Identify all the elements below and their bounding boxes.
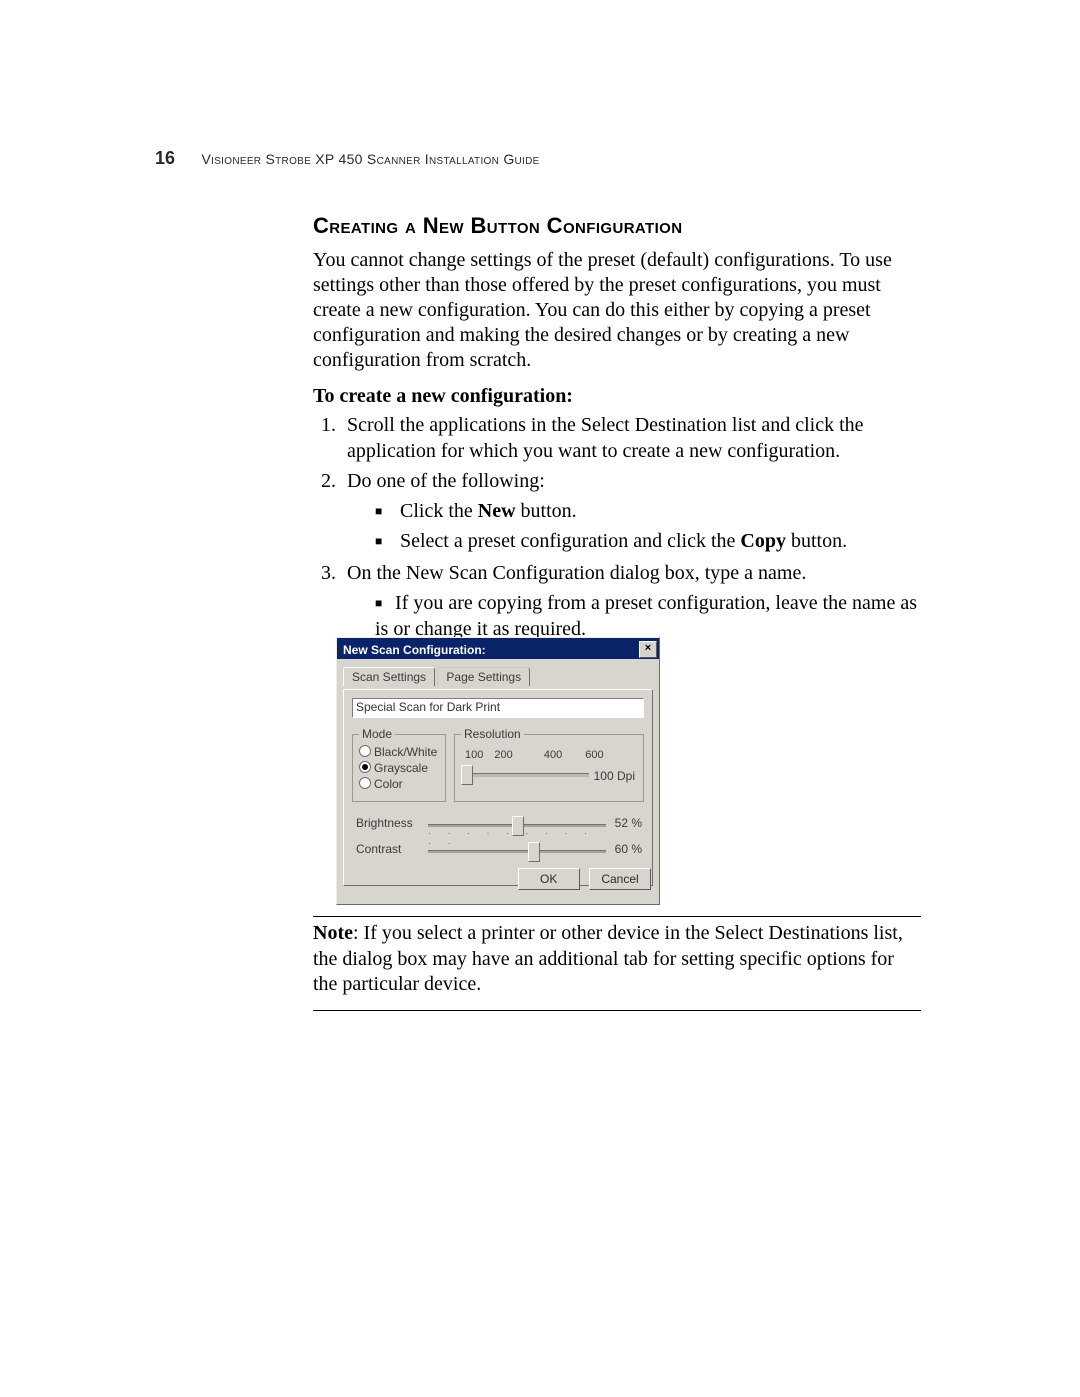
text-fragment: Click the <box>400 500 478 522</box>
note-body: : If you select a printer or other devic… <box>313 922 903 995</box>
mode-group: Black/White Grayscale Color <box>352 734 446 802</box>
contrast-label: Contrast <box>356 842 401 856</box>
radio-grayscale[interactable]: Grayscale <box>359 761 439 775</box>
tick-label: 400 <box>544 749 562 761</box>
tick-label: 200 <box>494 749 512 761</box>
dialog-tabs: Scan Settings Page Settings <box>343 667 653 689</box>
brightness-value: 52 % <box>615 816 642 830</box>
procedure-title: To create a new configuration: <box>313 385 573 408</box>
procedure-steps: Scroll the applications in the Select De… <box>313 412 921 648</box>
running-header: 16 Visioneer Strobe XP 450 Scanner Insta… <box>155 148 540 169</box>
text-fragment: Select a preset configuration and click … <box>400 530 740 552</box>
note-paragraph: Note: If you select a printer or other d… <box>313 921 921 998</box>
contrast-row: Contrast 60 % <box>356 842 642 862</box>
text-fragment: button. <box>786 530 847 552</box>
new-scan-configuration-dialog: New Scan Configuration: × Scan Settings … <box>336 637 660 905</box>
resolution-slider-thumb[interactable] <box>461 765 473 785</box>
dialog-button-bar: OK Cancel <box>512 868 651 898</box>
guide-title: Visioneer Strobe XP 450 Scanner Installa… <box>201 151 539 167</box>
dialog-titlebar: New Scan Configuration: × <box>337 638 659 659</box>
contrast-value: 60 % <box>615 842 642 856</box>
configuration-name-field[interactable]: Special Scan for Dark Print <box>352 698 644 718</box>
step-3-text: On the New Scan Configuration dialog box… <box>347 562 806 584</box>
step-2-bullet-b: Select a preset configuration and click … <box>369 528 921 554</box>
radio-label: Grayscale <box>374 761 428 775</box>
brightness-label: Brightness <box>356 816 413 830</box>
bold-term: New <box>478 500 516 522</box>
radio-label: Color <box>374 777 403 791</box>
resolution-group: 100 200 400 600 100 Dpi <box>454 734 644 802</box>
intro-paragraph: You cannot change settings of the preset… <box>313 248 921 373</box>
dialog-title: New Scan Configuration: <box>343 643 486 657</box>
tab-scan-settings[interactable]: Scan Settings <box>343 667 435 686</box>
resolution-tick-labels: 100 200 400 600 <box>465 749 635 761</box>
tick-label: 100 <box>465 749 483 761</box>
step-2-text: Do one of the following: <box>347 470 545 492</box>
radio-color[interactable]: Color <box>359 777 439 791</box>
brightness-slider-thumb[interactable] <box>512 816 524 836</box>
step-3: On the New Scan Configuration dialog box… <box>341 560 921 642</box>
step-2-bullet-a: Click the New button. <box>369 498 921 524</box>
ok-button[interactable]: OK <box>518 868 580 890</box>
resolution-slider-track[interactable] <box>465 773 589 777</box>
cancel-button[interactable]: Cancel <box>589 868 651 890</box>
note-label: Note <box>313 922 353 944</box>
page-number: 16 <box>155 148 175 168</box>
contrast-slider-track[interactable] <box>428 850 606 853</box>
radio-label: Black/White <box>374 745 437 759</box>
bold-term: Copy <box>740 530 786 552</box>
note-rule-top <box>313 916 921 917</box>
contrast-slider-thumb[interactable] <box>528 842 540 862</box>
step-2: Do one of the following: Click the New b… <box>341 468 921 554</box>
resolution-value: 100 Dpi <box>594 769 635 783</box>
tab-page-settings[interactable]: Page Settings <box>437 667 530 686</box>
text-fragment: button. <box>516 500 577 522</box>
close-icon[interactable]: × <box>639 641 657 658</box>
scan-settings-panel: Special Scan for Dark Print Black/White … <box>343 689 653 886</box>
brightness-row: Brightness · · · · · · · · · · · 52 % <box>356 816 642 836</box>
step-1: Scroll the applications in the Select De… <box>341 412 921 464</box>
radio-black-white[interactable]: Black/White <box>359 745 439 759</box>
tick-label: 600 <box>585 749 603 761</box>
step-3-bullet-a: If you are copying from a preset configu… <box>369 590 921 642</box>
note-rule-bottom <box>313 1010 921 1011</box>
section-heading: Creating a New Button Configuration <box>313 213 682 239</box>
